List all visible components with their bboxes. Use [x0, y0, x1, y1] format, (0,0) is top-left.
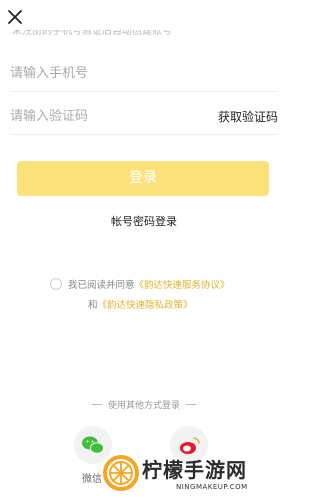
other-login-title: 使用其他方式登录 — [107, 401, 180, 411]
agreement-radio[interactable] — [50, 278, 62, 290]
other-login-divider: 使用其他方式登录 — [0, 398, 288, 411]
get-code-button[interactable]: 获取验证码 — [218, 108, 278, 125]
wechat-label: 微信 — [82, 474, 102, 485]
agreement-prefix: 我已阅读并同意 — [68, 280, 135, 291]
agreement-row-2: 和《韵达快速隐私政策》 — [88, 297, 193, 311]
divider-line-left — [91, 404, 102, 405]
header-subtitle: 未注册的手机号验证后自动创建账号 — [12, 26, 172, 37]
watermark: 柠檬手游网 NINGMAKEUP.COM — [102, 452, 282, 496]
close-icon — [8, 10, 22, 24]
phone-field — [10, 56, 278, 92]
privacy-policy-link[interactable]: 《韵达快速隐私政策》 — [98, 300, 193, 311]
password-login-link[interactable]: 帐号密码登录 — [0, 213, 288, 229]
verification-code-field: 获取验证码 — [10, 99, 278, 135]
divider-line-right — [186, 404, 196, 405]
agreement-row: 我已阅读并同意 《韵达快速服务协议》 — [50, 277, 230, 291]
service-agreement-link[interactable]: 《韵达快速服务协议》 — [135, 277, 230, 291]
watermark-url: NINGMAKEUP.COM — [176, 483, 248, 491]
agreement-and: 和 — [88, 300, 98, 311]
watermark-text: 柠檬手游网 — [142, 458, 247, 482]
close-button[interactable] — [6, 8, 24, 26]
login-button[interactable]: 登录 — [17, 161, 269, 196]
phone-input[interactable] — [10, 66, 278, 81]
lemon-logo-icon — [103, 455, 139, 491]
